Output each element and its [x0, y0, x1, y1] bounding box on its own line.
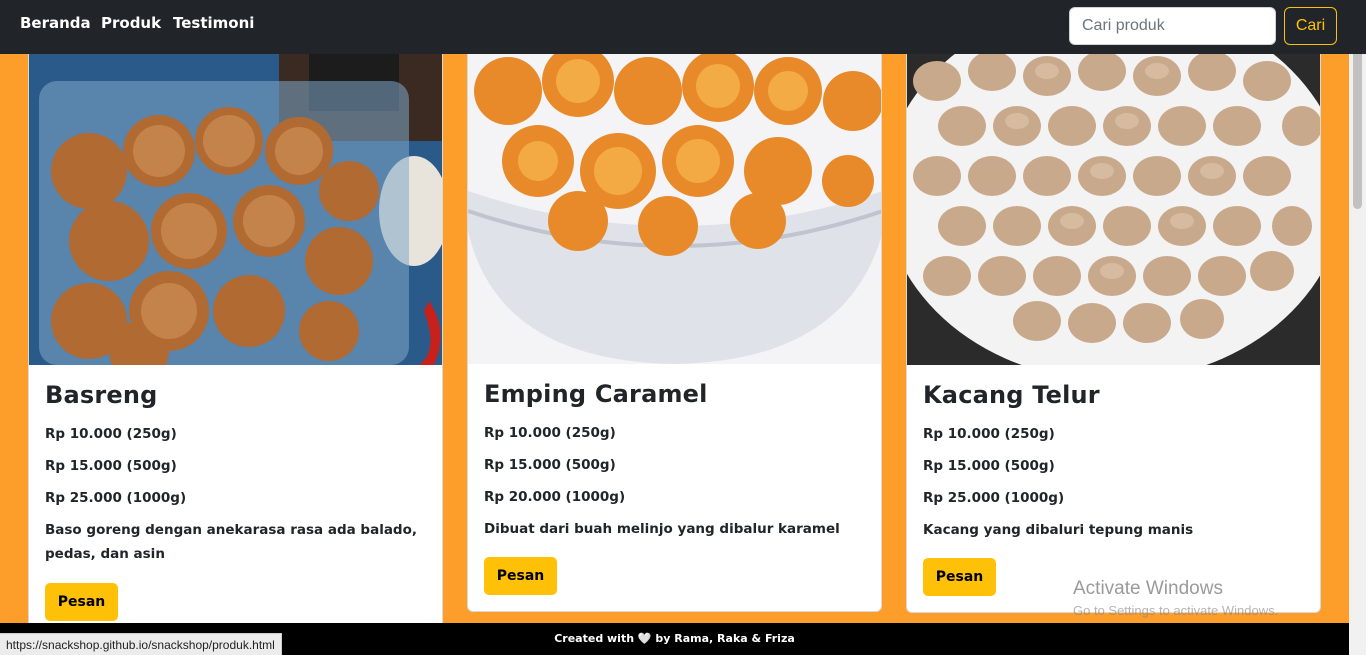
status-bar-url: https://snackshop.github.io/snackshop/pr… — [0, 633, 282, 655]
product-description: Baso goreng dengan anekarasa rasa ada ba… — [45, 522, 418, 562]
activate-windows-subtitle: Go to Settings to activate Windows. — [1073, 603, 1279, 618]
product-image-emping-caramel — [468, 31, 881, 364]
product-price: Rp 15.000 (500g) — [45, 458, 177, 474]
product-card-kacang-telur: Kacang Telur Rp 10.000 (250g) Rp 15.000 … — [906, 30, 1321, 613]
product-price: Rp 10.000 (250g) — [45, 426, 177, 442]
product-price: Rp 25.000 (1000g) — [923, 490, 1065, 506]
product-description: Kacang yang dibaluri tepung manis — [923, 522, 1194, 538]
product-price: Rp 15.000 (500g) — [484, 457, 616, 473]
navbar: Beranda Produk Testimoni Cari — [0, 0, 1366, 54]
scrollbar-thumb[interactable] — [1353, 44, 1362, 209]
product-card-emping-caramel: Emping Caramel Rp 10.000 (250g) Rp 15.00… — [467, 30, 882, 612]
product-price: Rp 25.000 (1000g) — [45, 490, 187, 506]
product-price: Rp 10.000 (250g) — [484, 425, 616, 441]
product-description: Dibuat dari buah melinjo yang dibalur ka… — [484, 521, 840, 537]
product-title: Emping Caramel — [484, 380, 708, 408]
nav-link-produk[interactable]: Produk — [101, 14, 161, 32]
vertical-scrollbar[interactable] — [1349, 0, 1366, 655]
product-price: Rp 20.000 (1000g) — [484, 489, 626, 505]
order-button-basreng[interactable]: Pesan — [45, 583, 118, 621]
product-price: Rp 15.000 (500g) — [923, 458, 1055, 474]
order-button-emping-caramel[interactable]: Pesan — [484, 557, 557, 595]
product-title: Basreng — [45, 381, 158, 409]
search-input[interactable] — [1069, 7, 1276, 45]
product-price: Rp 10.000 (250g) — [923, 426, 1055, 442]
product-card-basreng: Basreng Rp 10.000 (250g) Rp 15.000 (500g… — [28, 30, 443, 640]
product-image-kacang-telur — [907, 31, 1320, 365]
product-image-basreng — [29, 31, 442, 365]
search-button[interactable]: Cari — [1284, 7, 1337, 45]
nav-link-beranda[interactable]: Beranda — [20, 14, 91, 32]
order-button-kacang-telur[interactable]: Pesan — [923, 558, 996, 596]
activate-windows-watermark: Activate Windows — [1073, 578, 1223, 599]
product-title: Kacang Telur — [923, 381, 1100, 409]
nav-link-testimoni[interactable]: Testimoni — [173, 14, 254, 32]
